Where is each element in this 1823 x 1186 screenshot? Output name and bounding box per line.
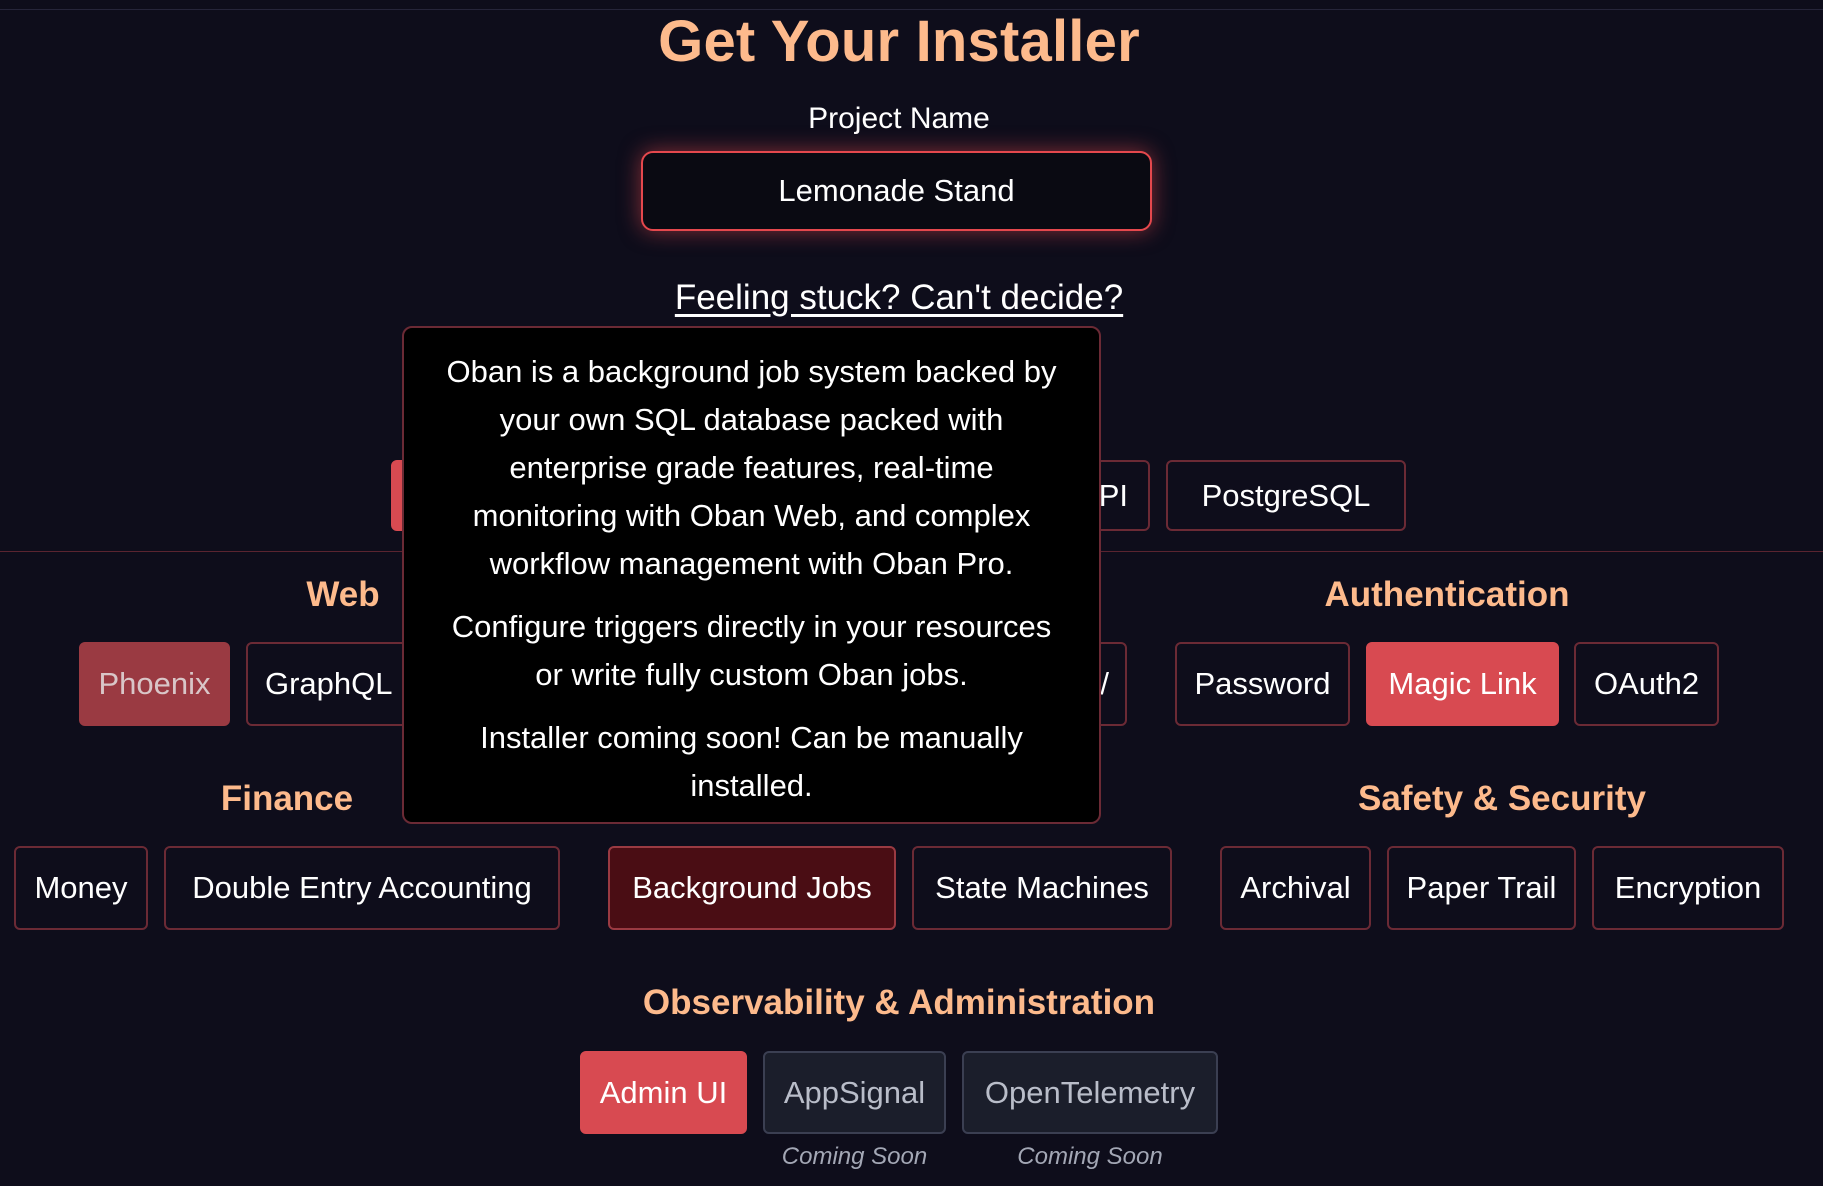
tooltip-paragraph-1: Oban is a background job system backed b…: [446, 354, 1057, 581]
opentelemetry-chip[interactable]: OpenTelemetry: [962, 1051, 1218, 1134]
paper-trail-chip[interactable]: Paper Trail: [1387, 846, 1576, 930]
phoenix-label: Phoenix: [98, 666, 211, 701]
safety-security-section-title: Safety & Security: [1358, 779, 1646, 818]
installer-page: Get Your Installer Project Name Feeling …: [0, 0, 1823, 1186]
double-entry-accounting-chip[interactable]: Double Entry Accounting: [164, 846, 560, 930]
money-label: Money: [34, 870, 128, 905]
oauth2-chip[interactable]: OAuth2: [1574, 642, 1719, 726]
project-name-label: Project Name: [808, 102, 990, 135]
appsignal-coming-soon: Coming Soon: [781, 1143, 928, 1170]
graphql-chip[interactable]: GraphQL: [246, 642, 416, 726]
appsignal-chip[interactable]: AppSignal: [763, 1051, 946, 1134]
paper-trail-label: Paper Trail: [1406, 870, 1557, 905]
oauth2-label: OAuth2: [1593, 666, 1700, 701]
admin-ui-label: Admin UI: [599, 1074, 728, 1110]
oban-tooltip: Oban is a background job system backed b…: [402, 326, 1101, 824]
observability-section-title: Observability & Administration: [642, 983, 1156, 1022]
project-name-input[interactable]: [641, 151, 1152, 231]
admin-ui-chip[interactable]: Admin UI: [580, 1051, 747, 1134]
web-hidden-label: /: [1100, 666, 1109, 701]
magic-link-label: Magic Link: [1388, 666, 1537, 701]
state-machines-chip[interactable]: State Machines: [912, 846, 1172, 930]
encryption-chip[interactable]: Encryption: [1592, 846, 1784, 930]
double-entry-accounting-label: Double Entry Accounting: [192, 870, 532, 905]
tooltip-paragraph-2: Configure triggers directly in your reso…: [451, 609, 1052, 692]
opentelemetry-coming-soon: Coming Soon: [1017, 1143, 1163, 1170]
magic-link-chip[interactable]: Magic Link: [1366, 642, 1559, 726]
page-title: Get Your Installer: [658, 9, 1140, 74]
authentication-section-title: Authentication: [1324, 575, 1570, 614]
postgresql-chip[interactable]: PostgreSQL: [1166, 460, 1406, 531]
background-jobs-label: Background Jobs: [632, 870, 872, 905]
state-machines-label: State Machines: [935, 870, 1149, 905]
background-jobs-chip[interactable]: Background Jobs: [608, 846, 896, 930]
encryption-label: Encryption: [1614, 870, 1762, 905]
money-chip[interactable]: Money: [14, 846, 148, 930]
graphql-label: GraphQL: [265, 666, 393, 701]
postgresql-label: PostgreSQL: [1201, 477, 1371, 513]
archival-chip[interactable]: Archival: [1220, 846, 1371, 930]
help-link[interactable]: Feeling stuck? Can't decide?: [0, 278, 1798, 318]
phoenix-chip[interactable]: Phoenix: [79, 642, 230, 726]
tooltip-paragraph-3: Installer coming soon! Can be manually i…: [480, 720, 1023, 803]
password-chip[interactable]: Password: [1175, 642, 1350, 726]
top-row-partial-label: PI: [1098, 477, 1128, 513]
archival-label: Archival: [1240, 870, 1351, 905]
password-label: Password: [1194, 666, 1331, 701]
finance-section-title: Finance: [220, 779, 354, 818]
opentelemetry-label: OpenTelemetry: [984, 1074, 1196, 1110]
appsignal-label: AppSignal: [783, 1074, 926, 1110]
